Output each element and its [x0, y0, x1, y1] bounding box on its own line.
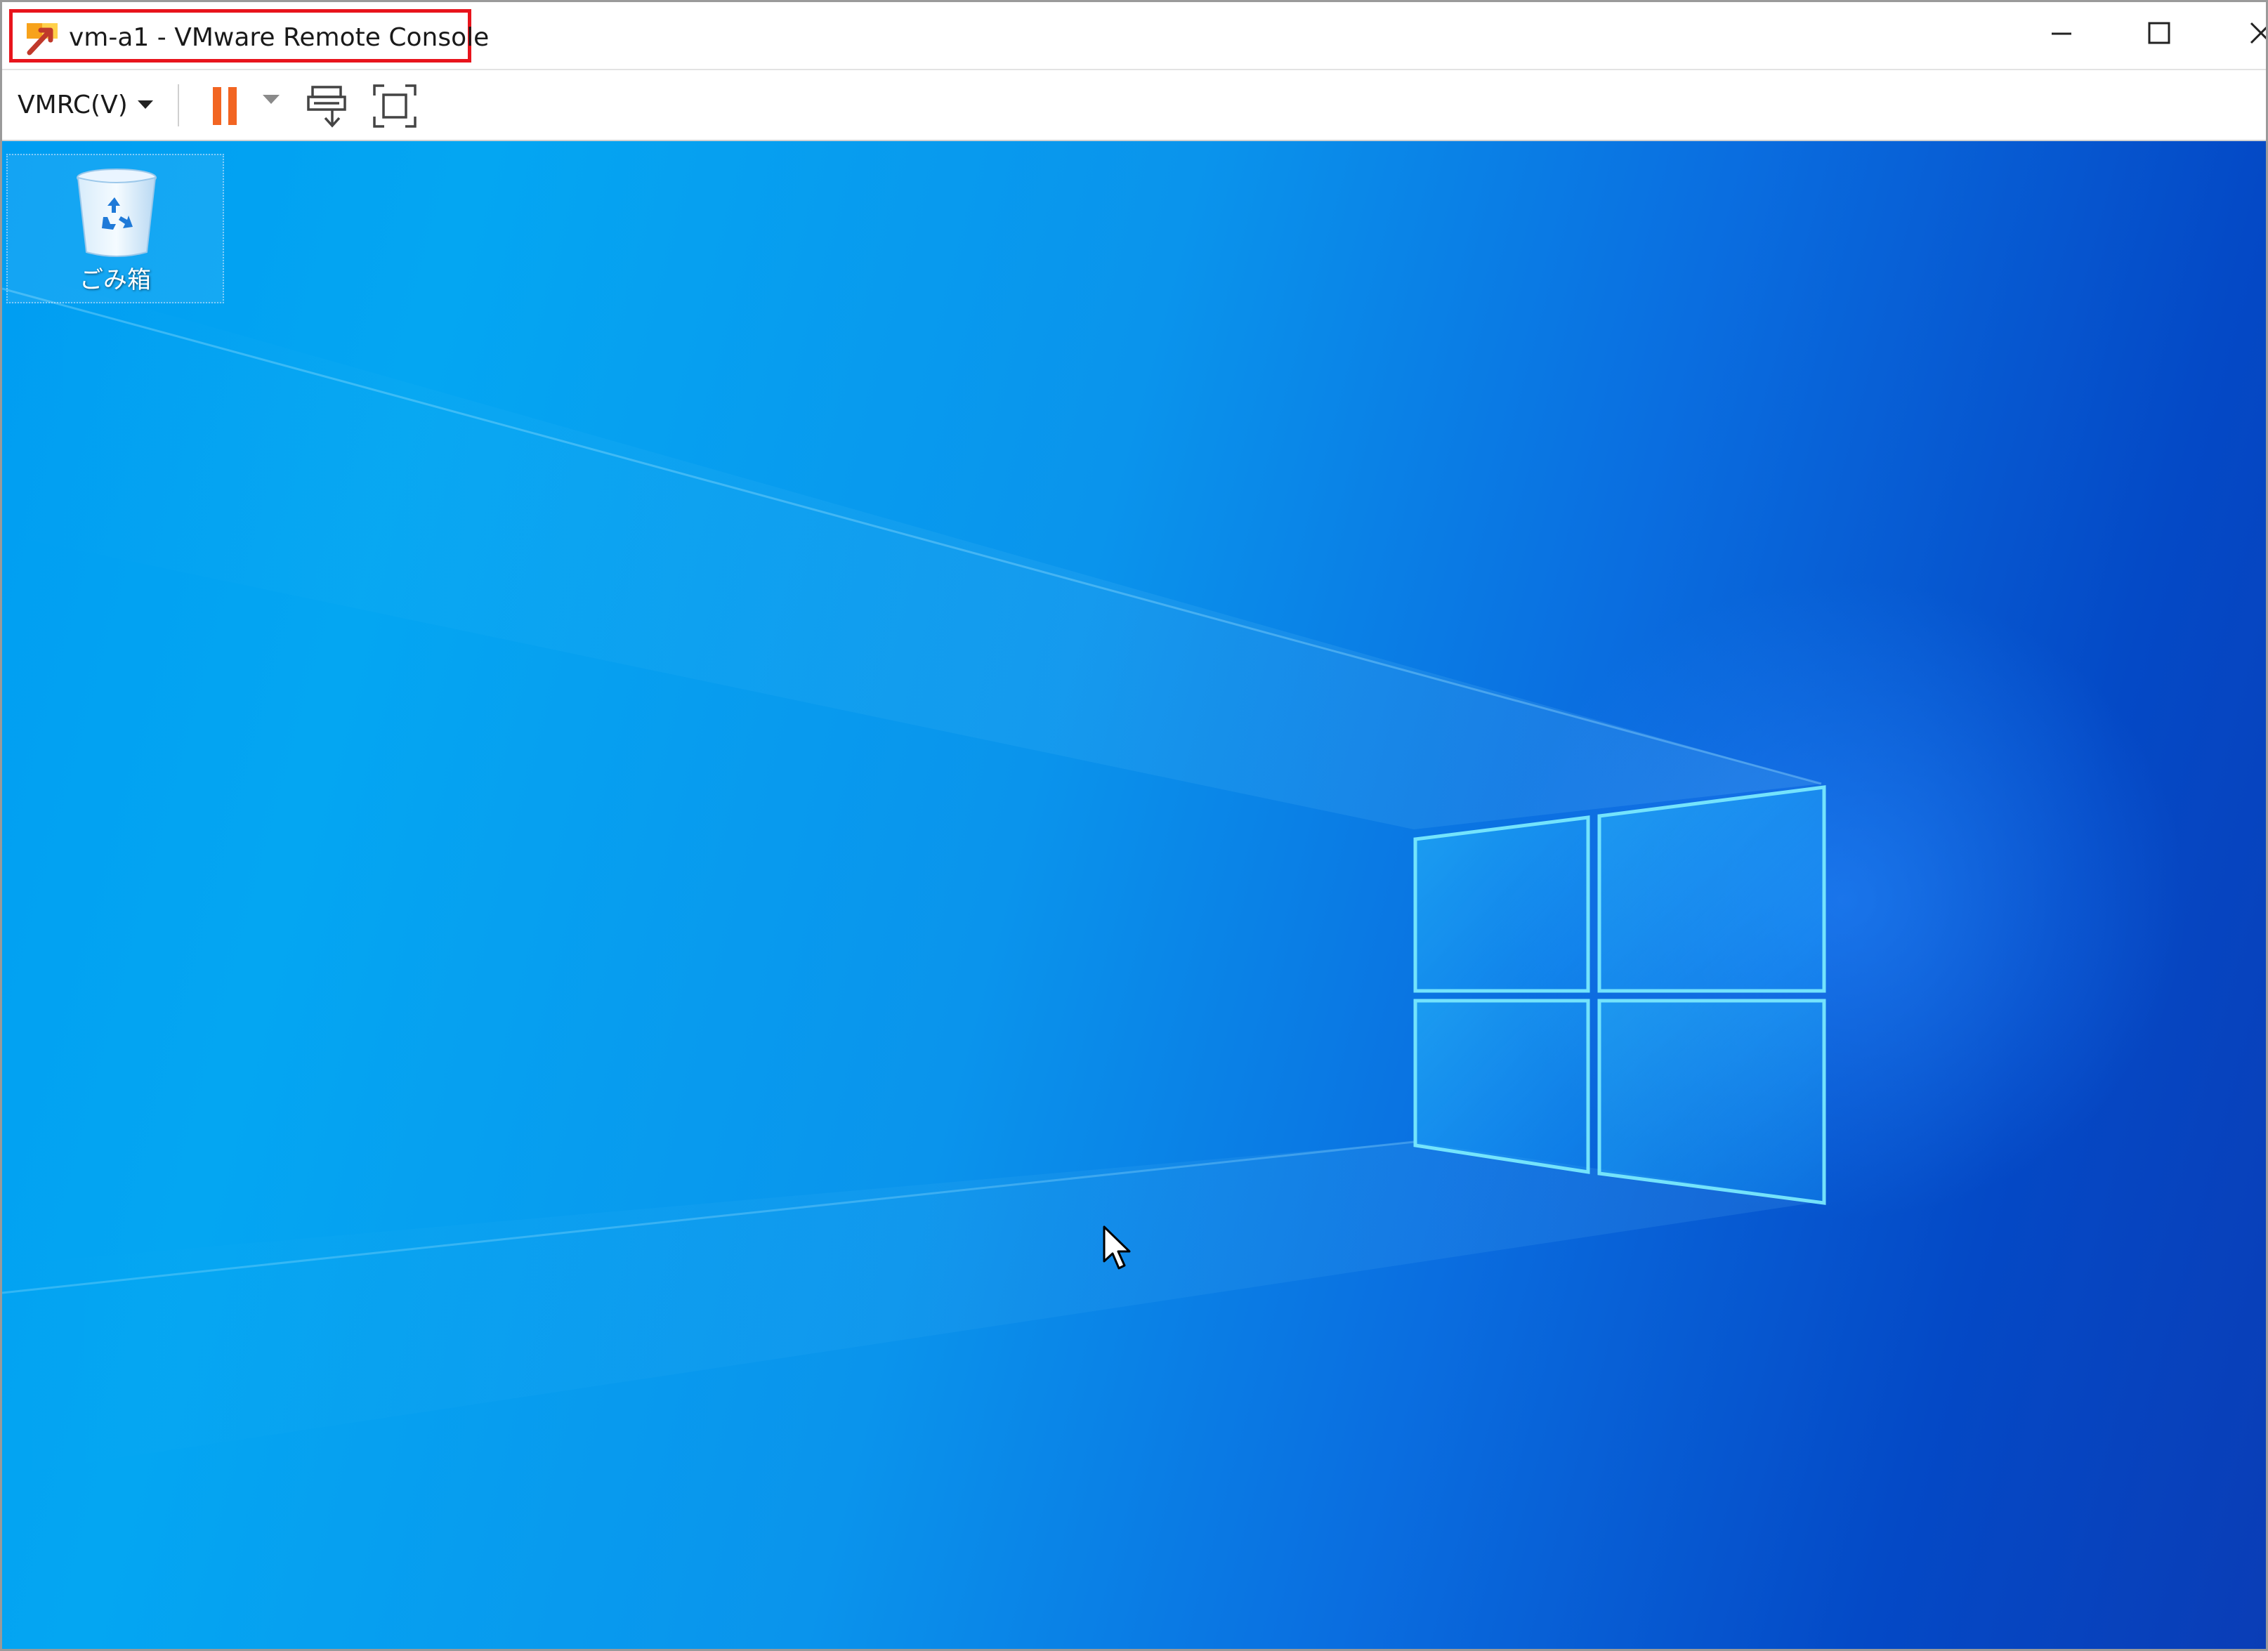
window-title: vm-a1 - VMware Remote Console — [69, 23, 490, 52]
minimize-button[interactable] — [2011, 2, 2109, 65]
vmrc-app-icon — [27, 23, 58, 55]
vmrc-menu-label: VMRC(V) — [18, 90, 128, 119]
minimize-icon — [2052, 32, 2071, 35]
close-icon — [2250, 22, 2266, 44]
fullscreen-icon — [373, 84, 417, 128]
vmrc-window: vm-a1 - VMware Remote Console VMRC(V) ごみ… — [0, 0, 2268, 1651]
pause-icon — [213, 87, 237, 125]
send-ctrl-alt-del-button[interactable] — [306, 83, 352, 132]
windows-logo-wallpaper — [2, 268, 1826, 1475]
pause-button[interactable] — [206, 83, 245, 131]
recycle-bin-icon — [77, 169, 157, 257]
maximize-button[interactable] — [2109, 2, 2208, 65]
recycle-bin-label: ごみ箱 — [79, 266, 151, 294]
title-highlight-box: vm-a1 - VMware Remote Console — [9, 9, 489, 63]
caret-down-icon — [263, 95, 280, 104]
pause-dropdown-button[interactable] — [261, 93, 282, 110]
caret-down-icon — [137, 100, 153, 109]
mouse-pointer-icon — [1103, 1225, 1131, 1270]
fullscreen-button[interactable] — [372, 83, 418, 132]
desktop-icon-recycle-bin[interactable]: ごみ箱 — [6, 154, 224, 303]
maximize-icon — [2148, 22, 2170, 44]
guest-desktop[interactable]: ごみ箱 — [2, 141, 2266, 1649]
toolbar: VMRC(V) — [2, 69, 2266, 141]
vmrc-menu-button[interactable]: VMRC(V) — [18, 84, 155, 125]
title-bar[interactable]: vm-a1 - VMware Remote Console — [2, 2, 2266, 69]
close-button[interactable] — [2208, 2, 2266, 65]
toolbar-separator — [178, 84, 179, 126]
ctrl-alt-del-icon — [307, 86, 346, 128]
